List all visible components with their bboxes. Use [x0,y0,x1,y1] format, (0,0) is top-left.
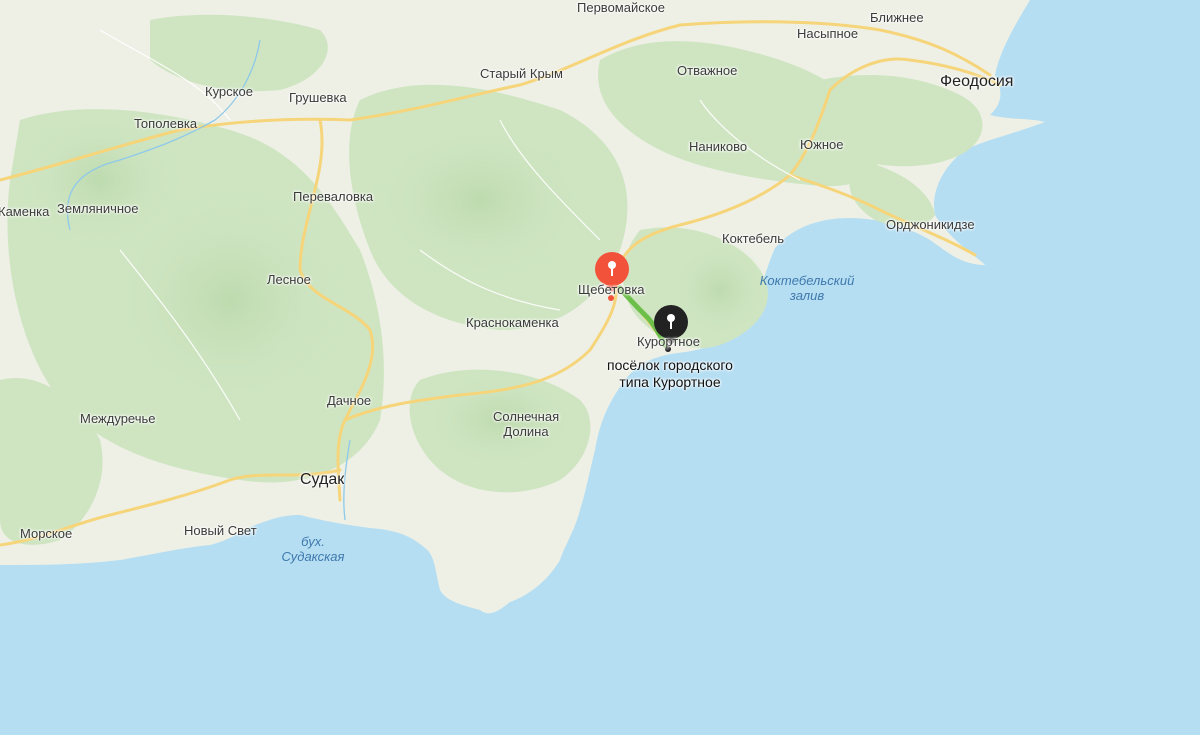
place-label: Орджоникидзе [886,217,975,232]
place-label: Тополевка [134,116,198,131]
place-label: Первомайское [577,0,666,15]
place-label: Краснокаменка [466,315,559,330]
place-label: Старый Крым [480,66,563,81]
place-label: Новый Свет [184,523,257,538]
place-label: Южное [800,137,844,152]
water-label: Судакская [281,549,345,564]
place-label: Дачное [327,393,372,408]
destination-label-line1: посёлок городского [607,357,733,373]
place-label: Курортное [637,334,700,349]
place-label: Отважное [677,63,738,78]
water-label: Коктебельский [759,273,855,288]
map-view[interactable]: Первомайское Ближнее Насыпное Старый Кры… [0,0,1200,735]
place-label: Щебетовка [578,282,645,297]
water-label: бух. [301,534,325,549]
city-label: Судак [300,471,345,488]
place-label: Долина [503,424,549,439]
water-label: залив [789,288,825,303]
place-label: Насыпное [797,26,859,41]
place-label: Коктебель [722,231,784,246]
place-label: Морское [20,526,73,541]
city-label: Феодосия [940,73,1014,90]
place-label: Лесное [267,272,311,287]
destination-label-line2: типа Курортное [619,374,721,390]
place-label: Курское [205,84,253,99]
place-label: Каменка [0,204,50,219]
place-label: Грушевка [289,90,347,105]
place-label: Солнечная [493,409,560,424]
place-label: Междуречье [80,411,156,426]
place-label: Наниково [689,139,748,154]
place-label: Земляничное [57,201,139,216]
place-label: Перевал​овка [293,189,374,204]
place-label: Ближнее [870,10,924,25]
